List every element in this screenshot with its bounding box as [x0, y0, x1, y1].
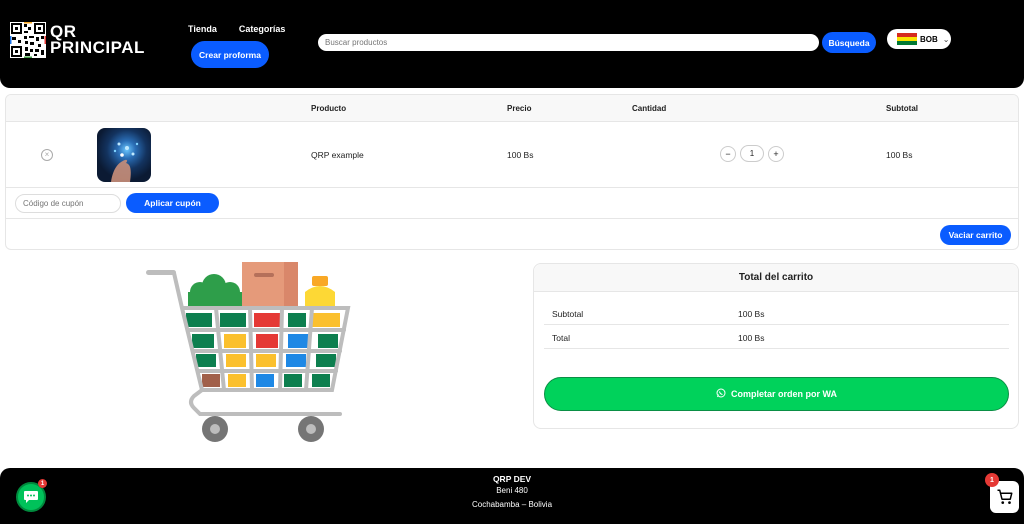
- site-footer: QRP DEV Beni 480 Cochabamba – Bolivia: [0, 468, 1024, 524]
- cart-totals-panel: Total del carrito Subtotal 100 Bs Total …: [533, 263, 1019, 429]
- coupon-row: Aplicar cupón: [6, 188, 1018, 219]
- column-quantity: Cantidad: [632, 104, 667, 113]
- total-label: Total: [552, 333, 570, 343]
- cart-table-header: Producto Precio Cantidad Subtotal: [6, 95, 1018, 122]
- footer-company-name: QRP DEV: [492, 474, 532, 484]
- quantity-input[interactable]: 1: [740, 145, 764, 162]
- footer-address: Beni 480: [496, 486, 528, 495]
- column-product: Producto: [311, 104, 347, 113]
- product-thumbnail[interactable]: [97, 128, 151, 182]
- remove-icon[interactable]: ×: [41, 149, 53, 161]
- subtotal-row: Subtotal 100 Bs: [544, 301, 1009, 325]
- chat-badge: 1: [38, 479, 47, 488]
- column-subtotal: Subtotal: [886, 104, 918, 113]
- currency-selector[interactable]: BOB ⌄: [887, 29, 951, 49]
- total-value: 100 Bs: [738, 333, 765, 343]
- site-logo[interactable]: QR PRINCIPAL: [10, 22, 145, 58]
- column-price: Precio: [507, 104, 532, 113]
- cart-icon: [997, 489, 1012, 504]
- site-header: QR PRINCIPAL Tienda Categorías Crear pro…: [0, 0, 1024, 88]
- checkout-whatsapp-button[interactable]: Completar orden por WA: [544, 377, 1009, 411]
- empty-cart-button[interactable]: Vaciar carrito: [940, 225, 1011, 245]
- quantity-increase-button[interactable]: +: [768, 145, 784, 162]
- footer-city: Cochabamba – Bolivia: [471, 500, 553, 509]
- qr-logo-icon: [10, 22, 46, 58]
- flag-bolivia-icon: [897, 32, 917, 46]
- logo-line-2: PRINCIPAL: [50, 38, 145, 57]
- cart-count-badge: 1: [985, 473, 999, 487]
- cart-totals-title: Total del carrito: [534, 264, 1018, 292]
- subtotal-label: Subtotal: [552, 309, 584, 319]
- total-row: Total 100 Bs: [544, 325, 1009, 349]
- cart-item-row: × QRP example 100 Bs − 1 + 100 Bs: [6, 122, 1018, 188]
- product-subtotal: 100 Bs: [886, 150, 913, 160]
- quantity-stepper: − 1 +: [720, 145, 784, 162]
- create-proforma-button[interactable]: Crear proforma: [191, 41, 269, 68]
- chat-icon: [24, 491, 38, 503]
- product-price: 100 Bs: [507, 150, 534, 160]
- nav-link-tienda[interactable]: Tienda: [188, 24, 217, 34]
- chevron-down-icon: ⌄: [942, 34, 950, 44]
- checkout-button-label: Completar orden por WA: [730, 389, 837, 399]
- search-input[interactable]: [318, 34, 819, 51]
- currency-code: BOB: [920, 34, 938, 44]
- subtotal-value: 100 Bs: [738, 309, 765, 319]
- quantity-decrease-button[interactable]: −: [720, 145, 736, 162]
- apply-coupon-button[interactable]: Aplicar cupón: [126, 193, 219, 213]
- nav-link-categorias[interactable]: Categorías: [239, 24, 286, 34]
- product-name[interactable]: QRP example: [311, 150, 364, 160]
- shopping-cart-illustration: [140, 258, 360, 446]
- whatsapp-icon: [716, 388, 726, 400]
- coupon-code-input[interactable]: [15, 194, 121, 213]
- cart-table: Producto Precio Cantidad Subtotal × QRP …: [5, 94, 1019, 250]
- main-nav: Tienda Categorías: [188, 24, 285, 34]
- search-button[interactable]: Búsqueda: [822, 32, 876, 53]
